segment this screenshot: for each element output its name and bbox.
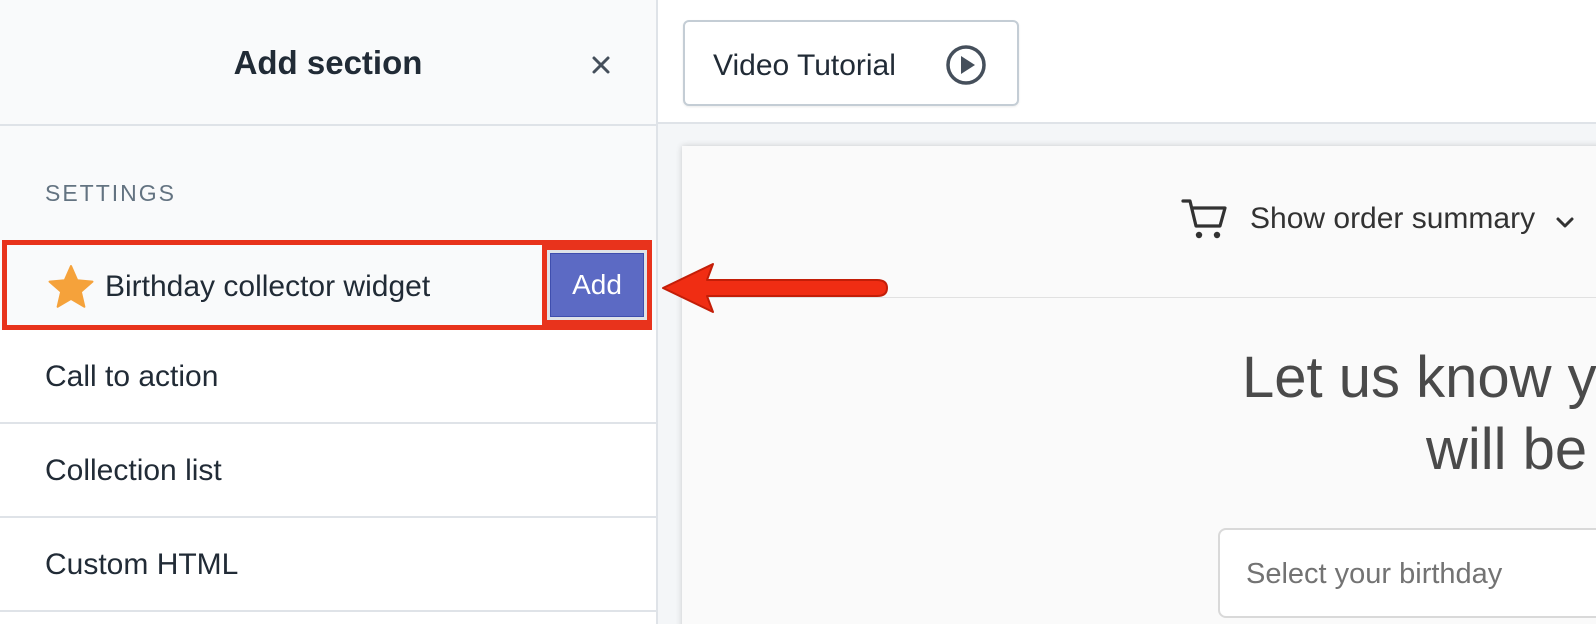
section-item-birthday-collector[interactable]: Birthday collector widget Add	[2, 240, 652, 330]
section-item-label: Custom HTML	[45, 548, 239, 581]
panel-header: Add section	[0, 0, 656, 126]
video-tutorial-button[interactable]: Video Tutorial	[683, 20, 1019, 106]
section-item-label: Birthday collector widget	[105, 270, 431, 303]
close-button[interactable]	[584, 48, 618, 82]
video-tutorial-label: Video Tutorial	[713, 49, 896, 82]
app-root: Add section SETTINGS Birthday collector …	[0, 0, 1596, 624]
section-item-label: Call to action	[45, 360, 219, 393]
chevron-down-icon	[1556, 217, 1574, 228]
section-item-label: Collection list	[45, 454, 222, 487]
section-item-collection-list[interactable]: Collection list	[0, 424, 656, 518]
panel-title: Add section	[233, 44, 423, 81]
star-icon	[48, 265, 94, 308]
preview-headline: Let us know y will be	[1242, 342, 1596, 486]
annotation-arrow	[662, 263, 888, 313]
add-section-panel: Add section SETTINGS Birthday collector …	[0, 0, 658, 624]
headline-line-2: will be	[1426, 417, 1588, 482]
storefront-preview: Show order summary Let us know y will be…	[682, 146, 1596, 624]
section-item-call-to-action[interactable]: Call to action	[0, 330, 656, 424]
headline-line-1: Let us know y	[1242, 345, 1596, 410]
order-summary-label: Show order summary	[1250, 202, 1536, 235]
editor-topbar: Video Tutorial	[658, 0, 1596, 124]
play-circle-icon	[946, 45, 986, 85]
cart-icon	[1181, 199, 1227, 239]
section-item-custom-html[interactable]: Custom HTML	[0, 518, 656, 612]
birthday-select[interactable]: Select your birthday	[1218, 528, 1596, 618]
close-icon	[592, 56, 610, 74]
add-button-highlight: Add	[542, 245, 652, 325]
settings-heading: SETTINGS	[45, 180, 177, 206]
add-button[interactable]: Add	[550, 253, 644, 317]
birthday-select-placeholder: Select your birthday	[1246, 558, 1503, 590]
